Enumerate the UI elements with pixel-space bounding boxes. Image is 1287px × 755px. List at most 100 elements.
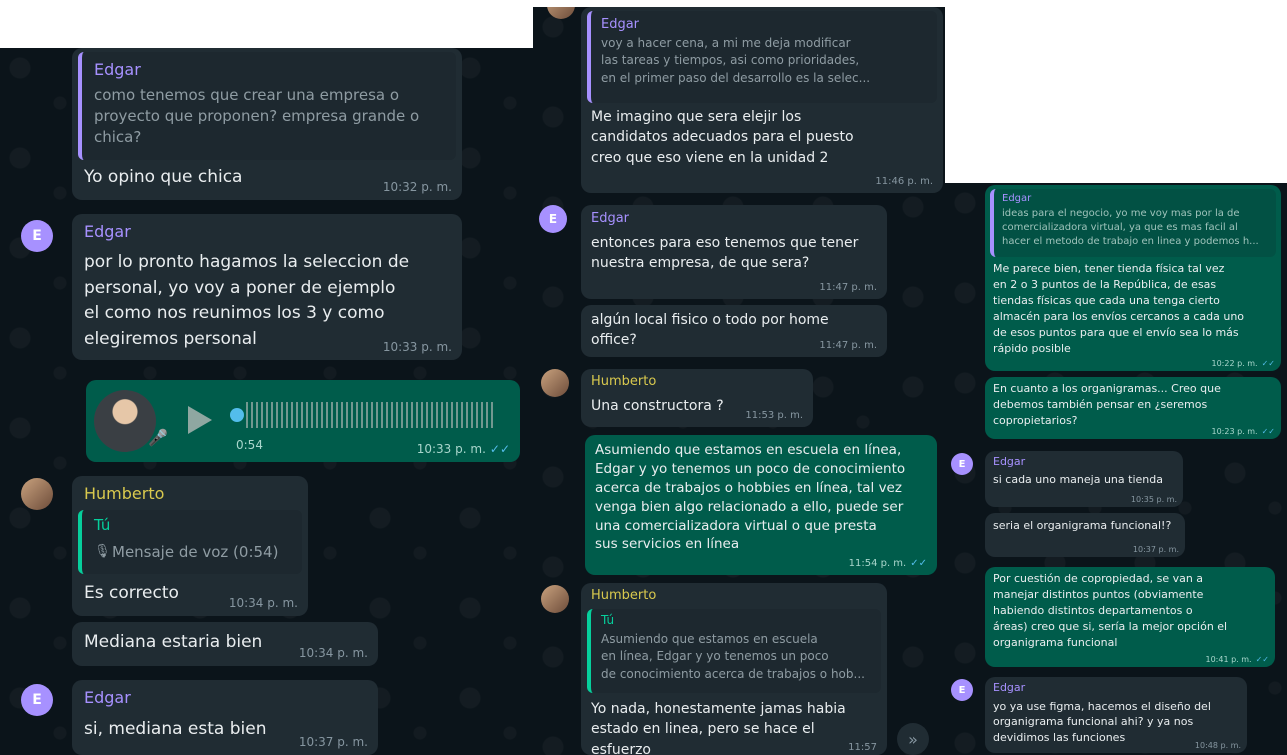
voice-progress-dot[interactable] <box>230 408 244 422</box>
message-bubble-edgar[interactable]: Edgar si cada uno maneja una tienda 10:3… <box>985 451 1183 507</box>
avatar-edgar[interactable]: E <box>951 679 973 701</box>
message-time: 11:53 p. m. <box>745 410 803 421</box>
message-bubble-humberto-2[interactable]: Humberto Tú Asumiendo que estamos en esc… <box>581 583 887 755</box>
message-bubble-humberto[interactable]: Humberto Tú 🎙 Mensaje de voz (0:54) Es c… <box>72 476 308 616</box>
quoted-sender: Edgar <box>1002 193 1032 204</box>
message-text: Mediana estaria bien <box>84 632 263 652</box>
quoted-sender: Tú <box>601 613 615 627</box>
read-ticks-icon: ✓✓ <box>489 442 510 456</box>
message-text: si cada uno maneja una tienda <box>993 473 1163 486</box>
time-text: 10:23 p. m. <box>1211 427 1258 436</box>
time-text: 10:22 p. m. <box>1211 359 1258 368</box>
message-time: 11:54 p. m. ✓✓ <box>849 558 927 569</box>
message-text: Es correcto <box>84 583 179 603</box>
quoted-message[interactable]: Edgar ideas para el negocio, yo me voy m… <box>990 189 1276 257</box>
quoted-text: ideas para el negocio, yo me voy mas por… <box>1002 208 1259 247</box>
message-time: 10:33 p. m. <box>382 340 452 354</box>
message-time: 11:47 p. m. <box>819 282 877 293</box>
message-sender: Edgar <box>993 681 1026 694</box>
avatar-humberto-partial <box>547 7 575 19</box>
message-sender: Humberto <box>84 484 165 503</box>
message-text: En cuanto a los organigramas... Creo que… <box>993 382 1221 427</box>
message-bubble-humberto[interactable]: Humberto Una constructora ? 11:53 p. m. <box>581 369 813 427</box>
message-time: 10:37 p. m. <box>1132 545 1179 554</box>
chat-panel-2: Edgar voy a hacer cena, a mi me deja mod… <box>533 7 945 755</box>
message-text: por lo pronto hagamos la seleccion de pe… <box>84 252 410 349</box>
voice-waveform[interactable] <box>246 402 496 428</box>
quoted-sender: Edgar <box>601 17 640 32</box>
message-bubble-outgoing-1[interactable]: Edgar ideas para el negocio, yo me voy m… <box>985 185 1281 371</box>
quoted-message[interactable]: Edgar como tenemos que crear una empresa… <box>78 52 456 160</box>
message-sender: Humberto <box>591 588 657 603</box>
message-text: seria el organigrama funcional!? <box>993 519 1172 532</box>
message-bubble-seria[interactable]: seria el organigrama funcional!? 10:37 p… <box>985 513 1185 557</box>
message-bubble-outgoing-3[interactable]: Por cuestión de copropiedad, se van a ma… <box>985 567 1275 667</box>
quoted-message[interactable]: Tú Asumiendo que estamos en escuela en l… <box>587 609 881 693</box>
quoted-text: Asumiendo que estamos en escuela en líne… <box>601 632 865 681</box>
quoted-message[interactable]: Tú 🎙 Mensaje de voz (0:54) <box>78 510 302 574</box>
quoted-sender: Edgar <box>94 60 141 79</box>
read-ticks-icon: ✓✓ <box>1261 359 1275 368</box>
quoted-text: como tenemos que crear una empresa o pro… <box>94 86 420 146</box>
message-time: 10:33 p. m. ✓✓ <box>417 442 510 456</box>
message-time: 10:23 p. m. ✓✓ <box>1211 427 1275 436</box>
message-sender: Humberto <box>591 374 657 389</box>
message-bubble-outgoing-2[interactable]: En cuanto a los organigramas... Creo que… <box>985 377 1281 439</box>
message-sender: Edgar <box>84 688 131 707</box>
message-time: 11:46 p. m. <box>875 176 933 187</box>
quoted-sender: Tú <box>94 516 111 534</box>
message-bubble-outgoing[interactable]: Asumiendo que estamos en escuela en líne… <box>585 435 937 575</box>
microphone-icon: 🎤 <box>148 428 168 447</box>
message-bubble-mediana[interactable]: Mediana estaria bien 10:34 p. m. <box>72 622 378 666</box>
play-icon[interactable] <box>188 406 212 434</box>
message-bubble-edgar-2[interactable]: Edgar yo ya use figma, hacemos el diseño… <box>985 677 1247 753</box>
message-text: Yo opino que chica <box>84 167 243 187</box>
message-text: yo ya use figma, hacemos el diseño del o… <box>993 700 1211 744</box>
avatar-humberto[interactable] <box>21 478 53 510</box>
message-bubble-edgar[interactable]: Edgar por lo pronto hagamos la seleccion… <box>72 214 462 360</box>
microphone-icon: 🎙 <box>94 544 111 559</box>
message-bubble-edgar-2[interactable]: Edgar si, mediana esta bien 10:37 p. m. <box>72 680 378 755</box>
quoted-message[interactable]: Edgar voy a hacer cena, a mi me deja mod… <box>587 11 937 103</box>
message-time: 10:37 p. m. <box>298 735 368 749</box>
chat-panel-3: Edgar ideas para el negocio, yo me voy m… <box>945 183 1287 755</box>
message-bubble-edgar[interactable]: Edgar entonces para eso tenemos que tene… <box>581 205 887 299</box>
chevron-double-down-icon: » <box>908 729 918 749</box>
avatar-humberto[interactable] <box>541 585 569 613</box>
message-text: si, mediana esta bien <box>84 719 267 739</box>
message-time: 10:34 p. m. <box>228 596 298 610</box>
avatar-edgar[interactable]: E <box>21 684 53 716</box>
message-time: 10:35 p. m. <box>1130 495 1177 504</box>
message-time: 10:22 p. m. ✓✓ <box>1211 359 1275 368</box>
message-time: 10:48 p. m. <box>1194 741 1241 750</box>
voice-message-bubble[interactable]: 🎤 0:54 10:33 p. m. ✓✓ <box>86 380 520 462</box>
message-text: Me parece bien, tener tienda física tal … <box>993 262 1245 355</box>
voice-sender-photo <box>94 390 156 452</box>
time-text: 11:54 p. m. <box>848 558 907 569</box>
message-text: entonces para eso tenemos que tener nues… <box>591 235 859 272</box>
message-bubble-quote-reply[interactable]: Edgar voy a hacer cena, a mi me deja mod… <box>581 7 943 193</box>
time-text: 10:33 p. m. <box>416 442 486 456</box>
avatar-edgar[interactable]: E <box>21 220 53 252</box>
message-text: Yo nada, honestamente jamas habia estado… <box>591 701 846 755</box>
message-text: Asumiendo que estamos en escuela en líne… <box>595 442 906 553</box>
message-text: Me imagino que sera elejir los candidato… <box>591 109 854 166</box>
message-sender: Edgar <box>591 211 630 226</box>
message-time: 11:47 p. m. <box>819 340 877 351</box>
scroll-down-button[interactable]: » <box>897 723 929 755</box>
message-text: Una constructora ? <box>591 398 724 414</box>
quoted-text: Mensaje de voz (0:54) <box>112 543 279 561</box>
read-ticks-icon: ✓✓ <box>910 558 927 569</box>
message-bubble-quote-reply[interactable]: Edgar como tenemos que crear una empresa… <box>72 48 462 200</box>
chat-panel-1: Edgar como tenemos que crear una empresa… <box>0 48 533 755</box>
message-text: algún local fisico o todo por home offic… <box>591 312 829 348</box>
avatar-edgar[interactable]: E <box>951 453 973 475</box>
avatar-humberto[interactable] <box>541 369 569 397</box>
time-text: 10:41 p. m. <box>1205 655 1252 664</box>
message-time: 10:34 p. m. <box>298 646 368 660</box>
message-time: 11:57 <box>848 742 877 753</box>
message-bubble-local[interactable]: algún local fisico o todo por home offic… <box>581 305 887 357</box>
read-ticks-icon: ✓✓ <box>1255 655 1269 664</box>
avatar-edgar[interactable]: E <box>539 205 567 233</box>
voice-duration: 0:54 <box>236 438 263 452</box>
